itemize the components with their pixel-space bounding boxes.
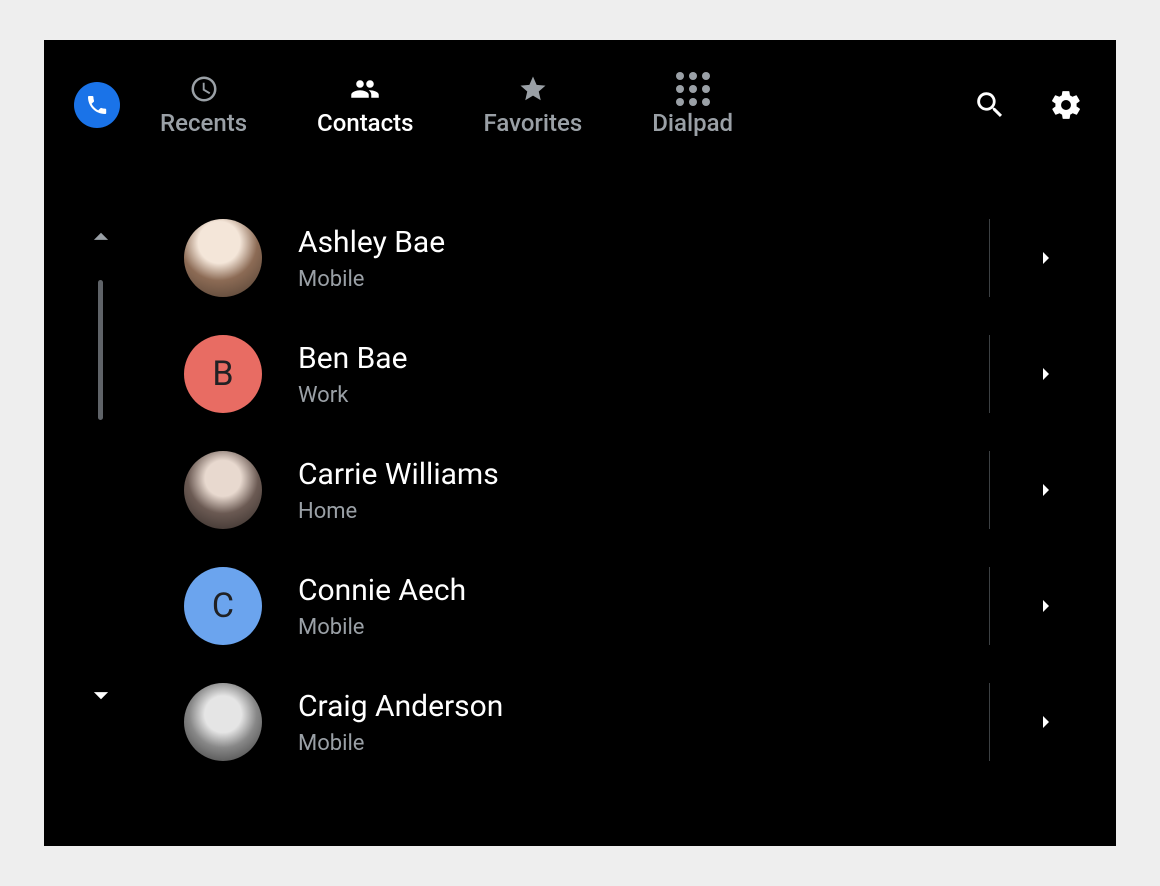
chevron-right-icon <box>1034 362 1058 386</box>
chevron-up-icon <box>84 220 118 254</box>
contact-name: Ashley Bae <box>298 225 977 261</box>
search-icon <box>973 88 1007 122</box>
scroll-thumb[interactable] <box>98 280 103 420</box>
avatar <box>184 683 262 761</box>
chevron-right-icon <box>1034 246 1058 270</box>
chevron-right-icon <box>1034 478 1058 502</box>
contact-detail-button[interactable] <box>1026 238 1066 278</box>
contact-info: Craig Anderson Mobile <box>298 689 977 756</box>
contact-info: Carrie Williams Home <box>298 457 977 524</box>
tab-bar: Recents Contacts Favorites <box>160 73 733 137</box>
top-actions <box>970 85 1086 125</box>
avatar-letter: B <box>212 354 233 394</box>
row-divider <box>989 219 990 297</box>
star-icon <box>518 73 548 105</box>
chevron-right-icon <box>1034 710 1058 734</box>
tab-label: Favorites <box>484 109 583 137</box>
contact-info: Connie Aech Mobile <box>298 573 977 640</box>
tab-label: Contacts <box>317 109 413 137</box>
contact-phone-type: Mobile <box>298 615 977 640</box>
scroll-down-button[interactable] <box>84 678 118 716</box>
contact-row[interactable]: Ashley Bae Mobile <box>184 200 1086 316</box>
contact-row[interactable]: B Ben Bae Work <box>184 316 1086 432</box>
tab-recents[interactable]: Recents <box>160 73 247 137</box>
tab-favorites[interactable]: Favorites <box>484 73 583 137</box>
contact-phone-type: Mobile <box>298 267 977 292</box>
tab-label: Recents <box>160 109 247 137</box>
contact-phone-type: Mobile <box>298 731 977 756</box>
row-divider <box>989 335 990 413</box>
gear-icon <box>1049 88 1083 122</box>
clock-icon <box>189 73 219 105</box>
avatar <box>184 219 262 297</box>
contact-name: Carrie Williams <box>298 457 977 493</box>
row-divider <box>989 567 990 645</box>
contact-phone-type: Work <box>298 383 977 408</box>
avatar <box>184 451 262 529</box>
avatar: C <box>184 567 262 645</box>
contact-row[interactable]: Craig Anderson Mobile <box>184 664 1086 770</box>
chevron-right-icon <box>1034 594 1058 618</box>
contact-info: Ben Bae Work <box>298 341 977 408</box>
contact-list: Ashley Bae Mobile B Ben Bae <box>184 200 1086 846</box>
contact-name: Connie Aech <box>298 573 977 609</box>
phone-app-icon[interactable] <box>74 82 120 128</box>
chevron-down-icon <box>84 678 118 712</box>
contact-row[interactable]: C Connie Aech Mobile <box>184 548 1086 664</box>
tab-dialpad[interactable]: Dialpad <box>652 73 733 137</box>
contact-detail-button[interactable] <box>1026 702 1066 742</box>
tab-contacts[interactable]: Contacts <box>317 73 413 137</box>
phone-icon <box>85 93 109 117</box>
contact-list-wrap: Ashley Bae Mobile B Ben Bae <box>144 170 1116 846</box>
contact-detail-button[interactable] <box>1026 354 1066 394</box>
avatar: B <box>184 335 262 413</box>
avatar-letter: C <box>212 586 234 626</box>
contact-phone-type: Home <box>298 499 977 524</box>
dialer-app-window: Recents Contacts Favorites <box>44 40 1116 846</box>
contact-name: Craig Anderson <box>298 689 977 725</box>
content-area: Ashley Bae Mobile B Ben Bae <box>44 170 1116 846</box>
settings-button[interactable] <box>1046 85 1086 125</box>
scroll-up-button[interactable] <box>84 220 118 258</box>
tab-label: Dialpad <box>652 109 733 137</box>
people-icon <box>350 73 380 105</box>
row-divider <box>989 451 990 529</box>
dialpad-icon <box>676 73 710 105</box>
row-divider <box>989 683 990 761</box>
contact-name: Ben Bae <box>298 341 977 377</box>
search-button[interactable] <box>970 85 1010 125</box>
contact-row[interactable]: Carrie Williams Home <box>184 432 1086 548</box>
contact-detail-button[interactable] <box>1026 470 1066 510</box>
top-bar: Recents Contacts Favorites <box>44 40 1116 170</box>
contact-detail-button[interactable] <box>1026 586 1066 626</box>
contact-info: Ashley Bae Mobile <box>298 225 977 292</box>
scroll-rail <box>44 170 144 846</box>
